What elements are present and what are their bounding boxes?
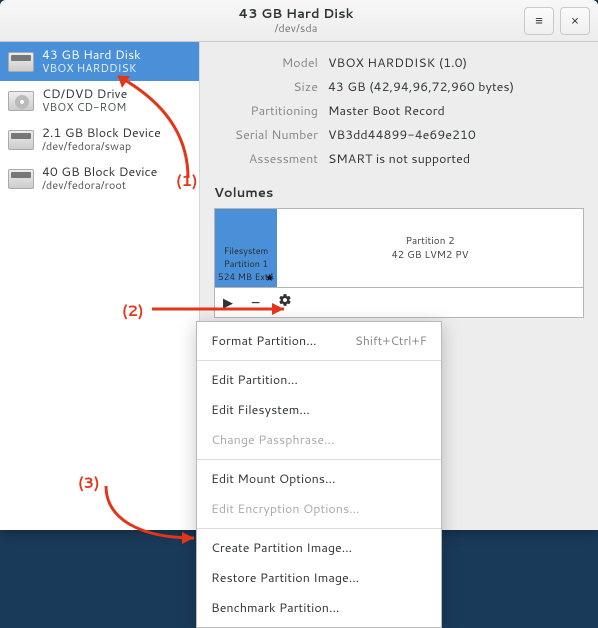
sidebar-item-text: 40 GB Block Device /dev/fedora/root (42, 165, 157, 192)
value-serial: VB3dd44899-4e69e210 (328, 126, 584, 144)
menu-benchmark-partition[interactable]: Benchmark Partition… (197, 593, 441, 623)
sidebar-item-text: CD/DVD Drive VBOX CD-ROM (42, 87, 127, 114)
menu-edit-filesystem[interactable]: Edit Filesystem… (197, 395, 441, 425)
close-icon: × (571, 12, 579, 30)
volume-diagram: Filesystem Partition 1 524 MB Ext4 ★ Par… (214, 208, 584, 288)
info-grid: Model VBOX HARDDISK (1.0) Size 43 GB (42… (214, 54, 584, 168)
menu-separator (197, 459, 441, 460)
menu-separator (197, 528, 441, 529)
more-actions-button[interactable] (278, 293, 292, 312)
partition-2-line1: Partition 2 (405, 234, 454, 248)
sidebar-item-sub: /dev/fedora/root (42, 179, 157, 192)
menu-change-passphrase: Change Passphrase… (197, 425, 441, 455)
partition-context-menu: Format Partition… Shift+Ctrl+F Edit Part… (196, 321, 442, 628)
label-partitioning: Partitioning (214, 102, 318, 120)
title-center: 43 GB Hard Disk /dev/sda (74, 7, 518, 33)
volumes-heading: Volumes (214, 184, 584, 202)
partition-2[interactable]: Partition 2 42 GB LVM2 PV (277, 209, 583, 287)
value-assessment: SMART is not supported (328, 150, 584, 168)
close-button[interactable]: × (560, 7, 590, 35)
menu-accelerator: Shift+Ctrl+F (355, 332, 427, 350)
value-partitioning: Master Boot Record (328, 102, 584, 120)
partition-1[interactable]: Filesystem Partition 1 524 MB Ext4 ★ (215, 209, 277, 287)
partition-2-line2: 42 GB LVM2 PV (392, 248, 469, 262)
sidebar-item-cd-dvd[interactable]: CD/DVD Drive VBOX CD-ROM (0, 81, 199, 120)
sidebar-item-sub: VBOX CD-ROM (42, 101, 127, 114)
partition-1-line1: Filesystem (217, 244, 275, 257)
menu-label: Change Passphrase… (211, 431, 335, 449)
menu-restore-partition-image[interactable]: Restore Partition Image… (197, 563, 441, 593)
menu-label: Create Partition Image… (211, 539, 352, 557)
gear-icon (278, 294, 292, 312)
hamburger-icon: ≡ (535, 12, 543, 30)
label-serial: Serial Number (214, 126, 318, 144)
titlebar: 43 GB Hard Disk /dev/sda ≡ × (0, 0, 598, 42)
menu-label: Edit Mount Options… (211, 470, 336, 488)
window-subtitle: /dev/sda (74, 22, 518, 34)
sidebar-item-hard-disk[interactable]: 43 GB Hard Disk VBOX HARDDISK (0, 42, 199, 81)
menu-format-partition[interactable]: Format Partition… Shift+Ctrl+F (197, 326, 441, 356)
menu-edit-encryption-options: Edit Encryption Options… (197, 494, 441, 524)
menu-label: Format Partition… (211, 332, 317, 350)
hard-disk-icon (8, 52, 34, 72)
play-icon: ▶ (223, 294, 233, 312)
menu-label: Benchmark Partition… (211, 599, 339, 617)
block-device-icon (8, 169, 34, 189)
menu-separator (197, 360, 441, 361)
sidebar-item-block-root[interactable]: 40 GB Block Device /dev/fedora/root (0, 159, 199, 198)
label-size: Size (214, 78, 318, 96)
volume-toolbar: ▶ − (214, 288, 584, 318)
sidebar-item-block-swap[interactable]: 2.1 GB Block Device /dev/fedora/swap (0, 120, 199, 159)
hamburger-menu-button[interactable]: ≡ (524, 7, 554, 35)
menu-label: Edit Filesystem… (211, 401, 310, 419)
label-model: Model (214, 54, 318, 72)
menu-create-partition-image[interactable]: Create Partition Image… (197, 533, 441, 563)
minus-icon: − (251, 291, 260, 314)
sidebar-item-sub: VBOX HARDDISK (42, 62, 141, 75)
block-device-icon (8, 130, 34, 150)
sidebar-item-text: 43 GB Hard Disk VBOX HARDDISK (42, 48, 141, 75)
bootable-star-icon: ★ (265, 271, 274, 285)
mount-button[interactable]: ▶ (223, 294, 233, 312)
sidebar-item-text: 2.1 GB Block Device /dev/fedora/swap (42, 126, 161, 153)
menu-label: Restore Partition Image… (211, 569, 359, 587)
disc-icon (8, 91, 34, 111)
menu-label: Edit Partition… (211, 371, 298, 389)
partition-1-line2: Partition 1 (217, 257, 275, 270)
value-size: 43 GB (42,94,96,72,960 bytes) (328, 78, 584, 96)
label-assessment: Assessment (214, 150, 318, 168)
value-model: VBOX HARDDISK (1.0) (328, 54, 584, 72)
sidebar-item-sub: /dev/fedora/swap (42, 140, 161, 153)
menu-label: Edit Encryption Options… (211, 500, 360, 518)
sidebar: 43 GB Hard Disk VBOX HARDDISK CD/DVD Dri… (0, 42, 200, 530)
menu-edit-partition[interactable]: Edit Partition… (197, 365, 441, 395)
menu-edit-mount-options[interactable]: Edit Mount Options… (197, 464, 441, 494)
